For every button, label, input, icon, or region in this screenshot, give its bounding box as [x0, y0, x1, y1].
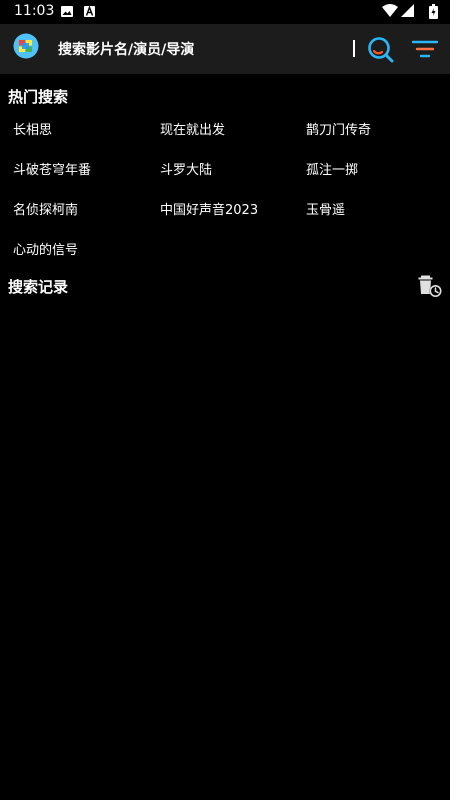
- battery-icon: [429, 4, 438, 19]
- search-icon[interactable]: [367, 36, 394, 63]
- app-logo-icon[interactable]: [13, 33, 39, 59]
- hot-search-item[interactable]: 斗破苍穹年番: [13, 159, 91, 178]
- hot-search-item[interactable]: 长相思: [13, 119, 52, 138]
- app-bar: 搜索影片名/演员/导演: [0, 24, 450, 74]
- hot-search-title: 热门搜索: [8, 88, 69, 106]
- wifi-icon: [382, 4, 398, 17]
- status-bar: 11:03: [0, 0, 450, 24]
- hot-search-item[interactable]: 鹊刀门传奇: [306, 119, 371, 138]
- hot-search-item[interactable]: 现在就出发: [160, 119, 225, 138]
- hot-search-item[interactable]: 孤注一掷: [306, 159, 358, 178]
- image-notification-icon: [61, 6, 73, 17]
- hot-search-item[interactable]: 斗罗大陆: [160, 159, 212, 178]
- search-input[interactable]: 搜索影片名/演员/导演: [58, 39, 194, 59]
- signal-icon: [401, 4, 414, 17]
- search-history-title: 搜索记录: [8, 278, 69, 296]
- hot-search-item[interactable]: 心动的信号: [13, 239, 78, 258]
- a-notification-icon: [84, 6, 95, 17]
- hot-search-item[interactable]: 玉骨遥: [306, 199, 345, 218]
- filter-icon[interactable]: [412, 39, 438, 59]
- hot-search-item[interactable]: 名侦探柯南: [13, 199, 78, 218]
- trash-clock-icon[interactable]: [417, 273, 443, 299]
- hot-search-item[interactable]: 中国好声音2023: [160, 199, 258, 218]
- status-time: 11:03: [14, 3, 55, 19]
- text-cursor: [353, 40, 355, 57]
